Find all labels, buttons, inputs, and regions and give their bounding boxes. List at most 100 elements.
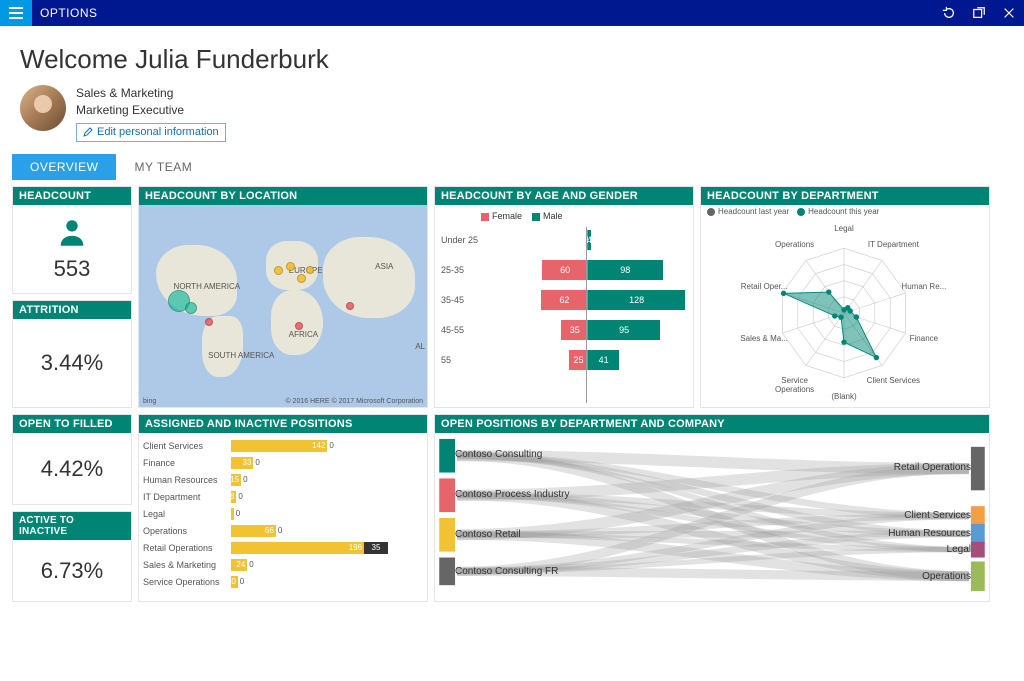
welcome-prefix: Welcome: [20, 44, 135, 74]
assigned-dept: IT Department: [141, 492, 231, 502]
assigned-row: Finance330: [141, 454, 425, 471]
sankey-right-label: Legal: [947, 544, 971, 555]
radar-axis-label: Service Operations: [765, 376, 825, 394]
assigned-row: Retail Operations19635: [141, 539, 425, 556]
sankey-left-label: Contoso Consulting FR: [455, 566, 558, 577]
sankey-right-label: Human Resources: [888, 528, 971, 539]
sankey-left-label: Contoso Process Industry: [455, 489, 570, 500]
welcome-name: Julia Funderburk: [135, 44, 329, 74]
assigned-dept: Retail Operations: [141, 543, 231, 553]
map-title: HEADCOUNT BY LOCATION: [139, 187, 427, 205]
assigned-dept: Client Services: [141, 441, 231, 451]
age-category: 35-45: [441, 295, 485, 305]
profile-role: Marketing Executive: [76, 102, 226, 119]
age-row: Under 2514: [441, 225, 691, 255]
legend-female: Female: [492, 211, 522, 221]
edit-link-label: Edit personal information: [97, 125, 219, 140]
radar-axis-label: Operations: [765, 240, 825, 249]
age-title: HEADCOUNT BY AGE AND GENDER: [435, 187, 693, 205]
edit-personal-info-link[interactable]: Edit personal information: [76, 123, 226, 142]
assigned-row: Service Operations100: [141, 573, 425, 590]
radar-legend-this: Headcount this year: [808, 207, 879, 216]
age-row: 35-4562128: [441, 285, 691, 315]
age-legend: Female Male: [481, 211, 691, 221]
hamburger-menu[interactable]: [0, 0, 32, 26]
age-row: 45-553595: [441, 315, 691, 345]
tile-sankey[interactable]: OPEN POSITIONS BY DEPARTMENT AND COMPANY…: [434, 414, 990, 602]
kpi-headcount-value: 553: [54, 256, 91, 282]
tile-age-gender[interactable]: HEADCOUNT BY AGE AND GENDER Female Male …: [434, 186, 694, 408]
assigned-title: ASSIGNED AND INACTIVE POSITIONS: [139, 415, 427, 433]
assigned-dept: Legal: [141, 509, 231, 519]
kpi-activeinactive-title: ACTIVE TO INACTIVE: [13, 512, 131, 540]
age-row: 552541: [441, 345, 691, 375]
radar-axis-label: IT Department: [863, 240, 923, 249]
assigned-dept: Operations: [141, 526, 231, 536]
radar-axis-label: Human Re...: [894, 282, 954, 291]
radar-axis-label: Retail Oper...: [734, 282, 794, 291]
radar-title: HEADCOUNT BY DEPARTMENT: [701, 187, 989, 205]
assigned-row: Human Resources150: [141, 471, 425, 488]
popout-icon[interactable]: [964, 0, 994, 26]
person-icon: [55, 216, 89, 250]
profile-block: Sales & Marketing Marketing Executive Ed…: [20, 85, 1012, 142]
radar-legend: Headcount last year Headcount this year: [707, 207, 879, 216]
tile-map[interactable]: HEADCOUNT BY LOCATION NORTH AMERICA SOUT…: [138, 186, 428, 408]
dashboard-grid: HEADCOUNT 553 ATTRITION 3.44% HEADCOUNT …: [12, 186, 1012, 602]
radar-axis-label: Legal: [814, 224, 874, 233]
assigned-dept: Human Resources: [141, 475, 231, 485]
sankey-right-label: Operations: [922, 571, 971, 582]
tab-overview[interactable]: OVERVIEW: [12, 154, 116, 180]
map-body: NORTH AMERICA SOUTH AMERICA EUROPE AFRIC…: [139, 205, 427, 407]
map-label-al: AL: [415, 342, 425, 351]
assigned-row: Sales & Marketing240: [141, 556, 425, 573]
titlebar-label: OPTIONS: [32, 6, 98, 20]
page-title: Welcome Julia Funderburk: [20, 44, 1012, 75]
tile-radar[interactable]: HEADCOUNT BY DEPARTMENT Headcount last y…: [700, 186, 990, 408]
assigned-row: Client Services1420: [141, 437, 425, 454]
kpi-open-filled[interactable]: OPEN TO FILLED 4.42%: [12, 414, 132, 505]
radar-axis-label: Finance: [894, 334, 954, 343]
assigned-dept: Sales & Marketing: [141, 560, 231, 570]
age-row: 25-356098: [441, 255, 691, 285]
kpi-active-inactive[interactable]: ACTIVE TO INACTIVE 6.73%: [12, 511, 132, 602]
age-category: 45-55: [441, 325, 485, 335]
map-label-as: ASIA: [375, 262, 393, 271]
sankey-right-label: Client Services: [904, 510, 971, 521]
map-credit-left: bing: [143, 398, 156, 405]
sankey-left-label: Contoso Retail: [455, 529, 521, 540]
close-icon[interactable]: [994, 0, 1024, 26]
radar-axis-label: Sales & Ma...: [734, 334, 794, 343]
avatar: [20, 85, 66, 131]
kpi-openfilled-value: 4.42%: [41, 456, 103, 482]
age-category: Under 25: [441, 235, 485, 245]
kpi-headcount-title: HEADCOUNT: [13, 187, 131, 205]
titlebar: OPTIONS: [0, 0, 1024, 26]
kpi-headcount[interactable]: HEADCOUNT 553: [12, 186, 132, 294]
map-label-af: AFRICA: [289, 330, 318, 339]
sankey-left-label: Contoso Consulting: [455, 449, 542, 460]
age-category: 55: [441, 355, 485, 365]
kpi-attrition-title: ATTRITION: [13, 301, 131, 319]
assigned-row: Legal40: [141, 505, 425, 522]
assigned-row: IT Department80: [141, 488, 425, 505]
kpi-openfilled-title: OPEN TO FILLED: [13, 415, 131, 433]
map-label-sa: SOUTH AMERICA: [208, 351, 274, 360]
tab-myteam[interactable]: MY TEAM: [116, 154, 210, 180]
tabstrip: OVERVIEW MY TEAM: [12, 154, 1012, 180]
kpi-attrition-value: 3.44%: [41, 350, 103, 376]
sankey-right-label: Retail Operations: [894, 462, 971, 473]
profile-dept: Sales & Marketing: [76, 85, 226, 102]
kpi-activeinactive-value: 6.73%: [41, 558, 103, 584]
assigned-dept: Service Operations: [141, 577, 231, 587]
age-category: 25-35: [441, 265, 485, 275]
refresh-icon[interactable]: [934, 0, 964, 26]
kpi-attrition[interactable]: ATTRITION 3.44%: [12, 300, 132, 408]
sankey-title: OPEN POSITIONS BY DEPARTMENT AND COMPANY: [435, 415, 989, 433]
legend-male: Male: [543, 211, 563, 221]
tile-assigned[interactable]: ASSIGNED AND INACTIVE POSITIONS Client S…: [138, 414, 428, 602]
map-credit-right: © 2016 HERE © 2017 Microsoft Corporation: [285, 398, 423, 405]
assigned-row: Operations660: [141, 522, 425, 539]
assigned-dept: Finance: [141, 458, 231, 468]
map-label-na: NORTH AMERICA: [174, 282, 241, 291]
